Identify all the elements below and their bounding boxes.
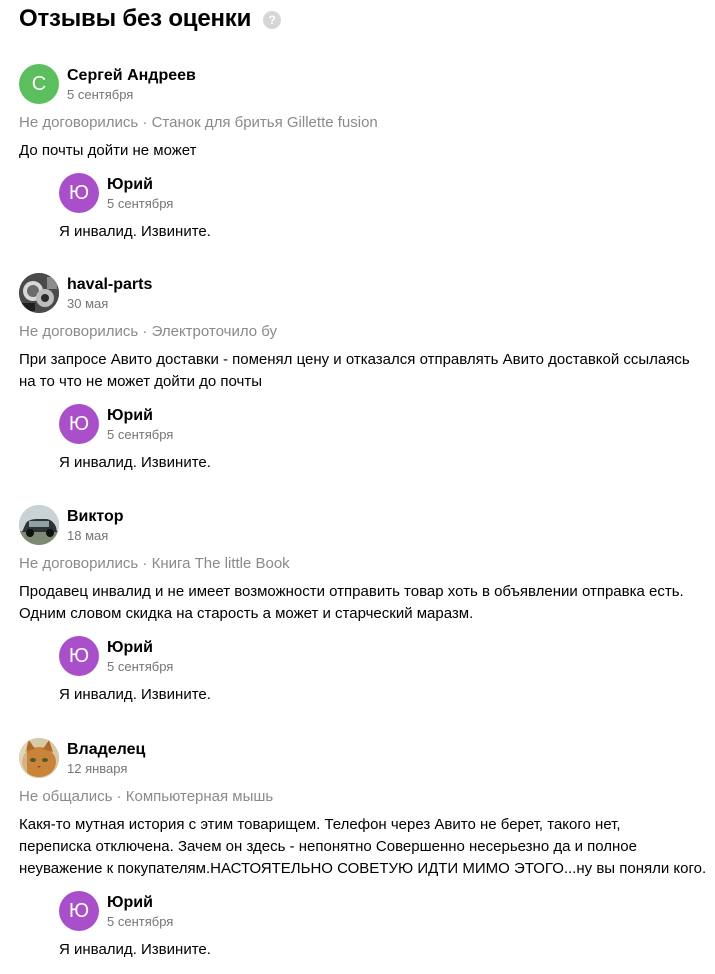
- review-author-row: Владелец 12 января: [19, 738, 715, 778]
- review-text: До почты дойти не может: [19, 142, 197, 159]
- author-meta: Юрий 5 сентября: [107, 893, 173, 930]
- reply-date: 5 сентября: [107, 913, 174, 929]
- author-meta: Юрий 5 сентября: [107, 638, 173, 675]
- author-meta: Владелец 12 января: [67, 740, 145, 777]
- review-date: 12 января: [67, 760, 128, 776]
- avatar-photo-image: [19, 273, 59, 313]
- avatar-letter: Ю: [68, 645, 90, 667]
- author-meta: Сергей Андреев 5 сентября: [67, 66, 196, 103]
- deal-line: Не договорились · Книга The little Book: [19, 554, 715, 574]
- reply-date: 5 сентября: [107, 426, 174, 442]
- reviews-page: Отзывы без оценки ? С Сергей Андреев 5 с…: [0, 0, 715, 974]
- avatar[interactable]: Ю: [59, 173, 99, 213]
- author-name[interactable]: haval-parts: [67, 275, 152, 295]
- deal-line: Не договорились · Электроточило бу: [19, 322, 715, 342]
- author-meta: Виктор 18 мая: [67, 507, 124, 544]
- page-title: Отзывы без оценки: [19, 5, 252, 32]
- reply-author-name[interactable]: Юрий: [107, 406, 173, 426]
- reply-author-row: Ю Юрий 5 сентября: [59, 636, 715, 676]
- review-author-row: haval-parts 30 мая: [19, 273, 715, 313]
- review-author-row: С Сергей Андреев 5 сентября: [19, 64, 715, 104]
- avatar-photo[interactable]: [19, 738, 59, 778]
- reply-text: Я инвалид. Извините.: [59, 686, 211, 703]
- deal-item: Станок для бритья Gillette fusion: [151, 114, 378, 131]
- reply-author-name[interactable]: Юрий: [107, 638, 173, 658]
- avatar-letter: С: [31, 73, 47, 95]
- reply-date: 5 сентября: [107, 195, 174, 211]
- avatar-photo-image: [19, 738, 59, 778]
- avatar-photo[interactable]: [19, 273, 59, 313]
- reply-author-row: Ю Юрий 5 сентября: [59, 173, 715, 213]
- page-header: Отзывы без оценки ?: [19, 2, 282, 36]
- author-meta: haval-parts 30 мая: [67, 275, 152, 312]
- avatar-photo[interactable]: [19, 505, 59, 545]
- deal-status: Не договорились: [19, 555, 139, 572]
- review-item: С Сергей Андреев 5 сентября Не договорил…: [19, 64, 715, 242]
- review-date: 18 мая: [67, 527, 109, 543]
- deal-line: Не договорились · Станок для бритья Gill…: [19, 113, 715, 133]
- review-author-row: Виктор 18 мая: [19, 505, 715, 545]
- deal-status: Не общались: [19, 788, 113, 805]
- review-text: Какя-то мутная история с этим товарищем.…: [19, 816, 707, 877]
- review-item: Владелец 12 января Не общались · Компьют…: [19, 738, 715, 960]
- author-name[interactable]: Владелец: [67, 740, 145, 760]
- review-date: 30 мая: [67, 295, 109, 311]
- reply-author-name[interactable]: Юрий: [107, 175, 173, 195]
- avatar-photo-image: [19, 505, 59, 545]
- author-name[interactable]: Сергей Андреев: [67, 66, 196, 86]
- reply-text: Я инвалид. Извините.: [59, 941, 211, 958]
- review-item: haval-parts 30 мая Не договорились · Эле…: [19, 273, 715, 473]
- reply-author-row: Ю Юрий 5 сентября: [59, 404, 715, 444]
- reply-author-name[interactable]: Юрий: [107, 893, 173, 913]
- author-meta: Юрий 5 сентября: [107, 406, 173, 443]
- deal-separator: ·: [112, 788, 126, 805]
- avatar[interactable]: Ю: [59, 891, 99, 931]
- avatar[interactable]: С: [19, 64, 59, 104]
- seller-reply: Ю Юрий 5 сентября Я инвалид. Извините.: [59, 891, 715, 960]
- avatar[interactable]: Ю: [59, 404, 99, 444]
- avatar-letter: Ю: [68, 413, 90, 435]
- deal-line: Не общались · Компьютерная мышь: [19, 787, 715, 807]
- reply-date: 5 сентября: [107, 658, 174, 674]
- seller-reply: Ю Юрий 5 сентября Я инвалид. Извините.: [59, 404, 715, 473]
- deal-item: Электроточило бу: [151, 323, 278, 340]
- deal-separator: ·: [138, 114, 152, 131]
- help-icon[interactable]: ?: [263, 11, 282, 29]
- deal-separator: ·: [138, 555, 152, 572]
- avatar-letter: Ю: [68, 900, 90, 922]
- avatar[interactable]: Ю: [59, 636, 99, 676]
- deal-status: Не договорились: [19, 114, 139, 131]
- deal-item: Книга The little Book: [151, 555, 290, 572]
- author-name[interactable]: Виктор: [67, 507, 124, 527]
- deal-item: Компьютерная мышь: [125, 788, 274, 805]
- review-text: Продавец инвалид и не имеет возможности …: [19, 583, 684, 622]
- deal-status: Не договорились: [19, 323, 139, 340]
- review-text: При запросе Авито доставки - поменял цен…: [19, 351, 690, 390]
- review-date: 5 сентября: [67, 86, 134, 102]
- seller-reply: Ю Юрий 5 сентября Я инвалид. Извините.: [59, 173, 715, 242]
- reply-author-row: Ю Юрий 5 сентября: [59, 891, 715, 931]
- author-meta: Юрий 5 сентября: [107, 175, 173, 212]
- reply-text: Я инвалид. Извините.: [59, 454, 211, 471]
- deal-separator: ·: [138, 323, 152, 340]
- reply-text: Я инвалид. Извините.: [59, 223, 211, 240]
- seller-reply: Ю Юрий 5 сентября Я инвалид. Извините.: [59, 636, 715, 705]
- review-item: Виктор 18 мая Не договорились · Книга Th…: [19, 505, 715, 705]
- avatar-letter: Ю: [68, 182, 90, 204]
